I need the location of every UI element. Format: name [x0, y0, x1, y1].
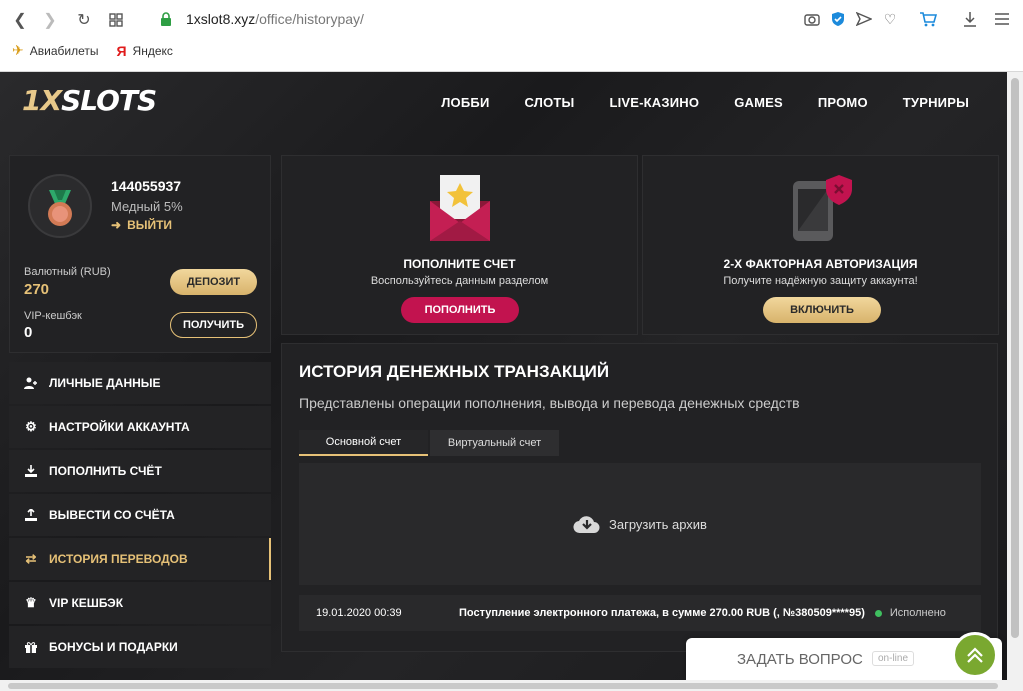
- sidebar-item-bonuses[interactable]: БОНУСЫ И ПОДАРКИ: [9, 626, 271, 668]
- tab-virtual-account[interactable]: Виртуальный счет: [430, 430, 559, 456]
- cloud-download-icon: [573, 516, 600, 534]
- heart-icon[interactable]: ♡: [880, 9, 900, 29]
- balance-value: 270: [24, 281, 50, 298]
- transaction-datetime: 19.01.2020 00:39: [316, 607, 402, 619]
- gift-icon: [23, 639, 39, 655]
- enable-twofa-button[interactable]: ВКЛЮЧИТЬ: [763, 297, 881, 323]
- main-nav: ЛОББИ СЛОТЫ LIVE-КАЗИНО GAMES ПРОМО ТУРН…: [441, 95, 969, 110]
- upload-icon: [23, 507, 39, 523]
- sidebar-item-deposit[interactable]: ПОПОЛНИТЬ СЧЁТ: [9, 450, 271, 492]
- nav-games[interactable]: GAMES: [734, 95, 783, 110]
- sidebar-item-personal-data[interactable]: ЛИЧНЫЕ ДАННЫЕ: [9, 362, 271, 404]
- deposit-button[interactable]: ДЕПОЗИТ: [170, 269, 257, 295]
- crown-icon: ♛: [25, 595, 37, 610]
- profile-card: 144055937 Медный 5% ➜ ВЫЙТИ Валютный (RU…: [9, 155, 271, 353]
- medal-icon: [28, 174, 92, 238]
- shield-check-icon[interactable]: [828, 9, 848, 29]
- load-archive-button[interactable]: Загрузить архив: [299, 463, 981, 585]
- gears-icon: ⚙: [25, 419, 37, 434]
- download-icon: [23, 463, 39, 479]
- horizontal-scrollbar[interactable]: [0, 680, 1023, 691]
- tab-main-account[interactable]: Основной счет: [299, 430, 428, 456]
- yandex-icon: Я: [116, 42, 127, 59]
- sidebar-menu: ЛИЧНЫЕ ДАННЫЕ ⚙ НАСТРОЙКИ АККАУНТА ПОПОЛ…: [9, 362, 271, 670]
- bookmark-item[interactable]: ✈ Авиабилеты: [12, 42, 98, 59]
- transfer-icon: ⇄: [25, 551, 37, 566]
- cart-icon[interactable]: [918, 9, 938, 29]
- page-content: 1XSLOTS ЛОББИ СЛОТЫ LIVE-КАЗИНО GAMES ПР…: [0, 72, 1007, 680]
- transaction-description: Поступление электронного платежа, в сумм…: [459, 607, 865, 619]
- tabs-grid-icon[interactable]: [104, 8, 128, 32]
- twofa-promo-card: 2-Х ФАКТОРНАЯ АВТОРИЗАЦИЯ Получите надёж…: [642, 155, 999, 335]
- status-badge: Исполнено: [889, 607, 946, 619]
- table-row: 19.01.2020 00:39 Поступление электронног…: [299, 595, 981, 631]
- topup-button[interactable]: ПОПОЛНИТЬ: [401, 297, 519, 323]
- twofa-card-subtitle: Получите надёжную защиту аккаунта!: [723, 275, 918, 287]
- nav-promo[interactable]: ПРОМО: [818, 95, 868, 110]
- send-icon[interactable]: [854, 9, 874, 29]
- sidebar-item-withdraw[interactable]: ВЫВЕСТИ СО СЧЁТА: [9, 494, 271, 536]
- balance-label: Валютный (RUB): [24, 266, 111, 278]
- forward-icon[interactable]: ❯: [38, 8, 62, 32]
- online-status-badge: on-line: [872, 651, 915, 666]
- site-logo[interactable]: 1XSLOTS: [22, 84, 157, 117]
- chevron-up-icon[interactable]: [952, 632, 998, 678]
- browser-toolbar: ❮ ❯ ↻ 1xslot8.xyz/office/historypay/ ♡ ✈…: [0, 0, 1023, 72]
- address-bar[interactable]: 1xslot8.xyz/office/historypay/: [186, 11, 364, 27]
- bookmarks-bar: ✈ Авиабилеты Я Яндекс: [12, 42, 173, 59]
- page-subtitle: Представлены операции пополнения, вывода…: [299, 395, 800, 411]
- deposit-promo-card: ПОПОЛНИТЕ СЧЕТ Воспользуйтесь данным раз…: [281, 155, 638, 335]
- nav-live-casino[interactable]: LIVE-КАЗИНО: [609, 95, 699, 110]
- scrollbar-thumb[interactable]: [1011, 78, 1019, 638]
- account-tabs: Основной счет Виртуальный счет: [299, 430, 559, 456]
- nav-tournaments[interactable]: ТУРНИРЫ: [903, 95, 969, 110]
- camera-icon[interactable]: [802, 9, 822, 29]
- bookmark-item[interactable]: Я Яндекс: [116, 42, 172, 59]
- twofa-card-title: 2-Х ФАКТОРНАЯ АВТОРИЗАЦИЯ: [723, 257, 918, 271]
- plane-icon: ✈: [12, 42, 24, 58]
- deposit-card-title: ПОПОЛНИТЕ СЧЕТ: [403, 257, 516, 271]
- user-rank: Медный 5%: [111, 199, 183, 214]
- sidebar-item-vip-cashback[interactable]: ♛ VIP КЕШБЭК: [9, 582, 271, 624]
- vertical-scrollbar[interactable]: [1007, 72, 1023, 680]
- menu-icon[interactable]: [992, 9, 1012, 29]
- sidebar-item-history[interactable]: ⇄ ИСТОРИЯ ПЕРЕВОДОВ: [9, 538, 271, 580]
- chat-widget[interactable]: ЗАДАТЬ ВОПРОС on-line: [686, 632, 1002, 680]
- logout-link[interactable]: ➜ ВЫЙТИ: [111, 218, 172, 232]
- user-id: 144055937: [111, 178, 182, 194]
- back-icon[interactable]: ❮: [8, 8, 32, 32]
- ask-question-label: ЗАДАТЬ ВОПРОС: [737, 651, 863, 668]
- vip-cashback-value: 0: [24, 324, 33, 341]
- deposit-card-subtitle: Воспользуйтесь данным разделом: [370, 275, 549, 287]
- lock-icon: [161, 12, 171, 26]
- nav-lobby[interactable]: ЛОББИ: [441, 95, 489, 110]
- logout-icon: ➜: [111, 218, 122, 232]
- scrollbar-thumb[interactable]: [8, 683, 998, 689]
- vip-cashback-label: VIP-кешбэк: [24, 310, 82, 322]
- reload-icon[interactable]: ↻: [72, 8, 96, 32]
- download-icon[interactable]: [960, 9, 980, 29]
- sidebar-item-account-settings[interactable]: ⚙ НАСТРОЙКИ АККАУНТА: [9, 406, 271, 448]
- nav-slots[interactable]: СЛОТЫ: [524, 95, 574, 110]
- envelope-star-icon: [430, 175, 490, 241]
- transaction-history-panel: ИСТОРИЯ ДЕНЕЖНЫХ ТРАНЗАКЦИЙ Представлены…: [281, 343, 998, 652]
- status-dot-icon: [874, 609, 882, 617]
- phone-shield-icon: [793, 175, 852, 241]
- page-title: ИСТОРИЯ ДЕНЕЖНЫХ ТРАНЗАКЦИЙ: [299, 362, 610, 381]
- user-plus-icon: [23, 375, 39, 391]
- get-cashback-button[interactable]: ПОЛУЧИТЬ: [170, 312, 257, 338]
